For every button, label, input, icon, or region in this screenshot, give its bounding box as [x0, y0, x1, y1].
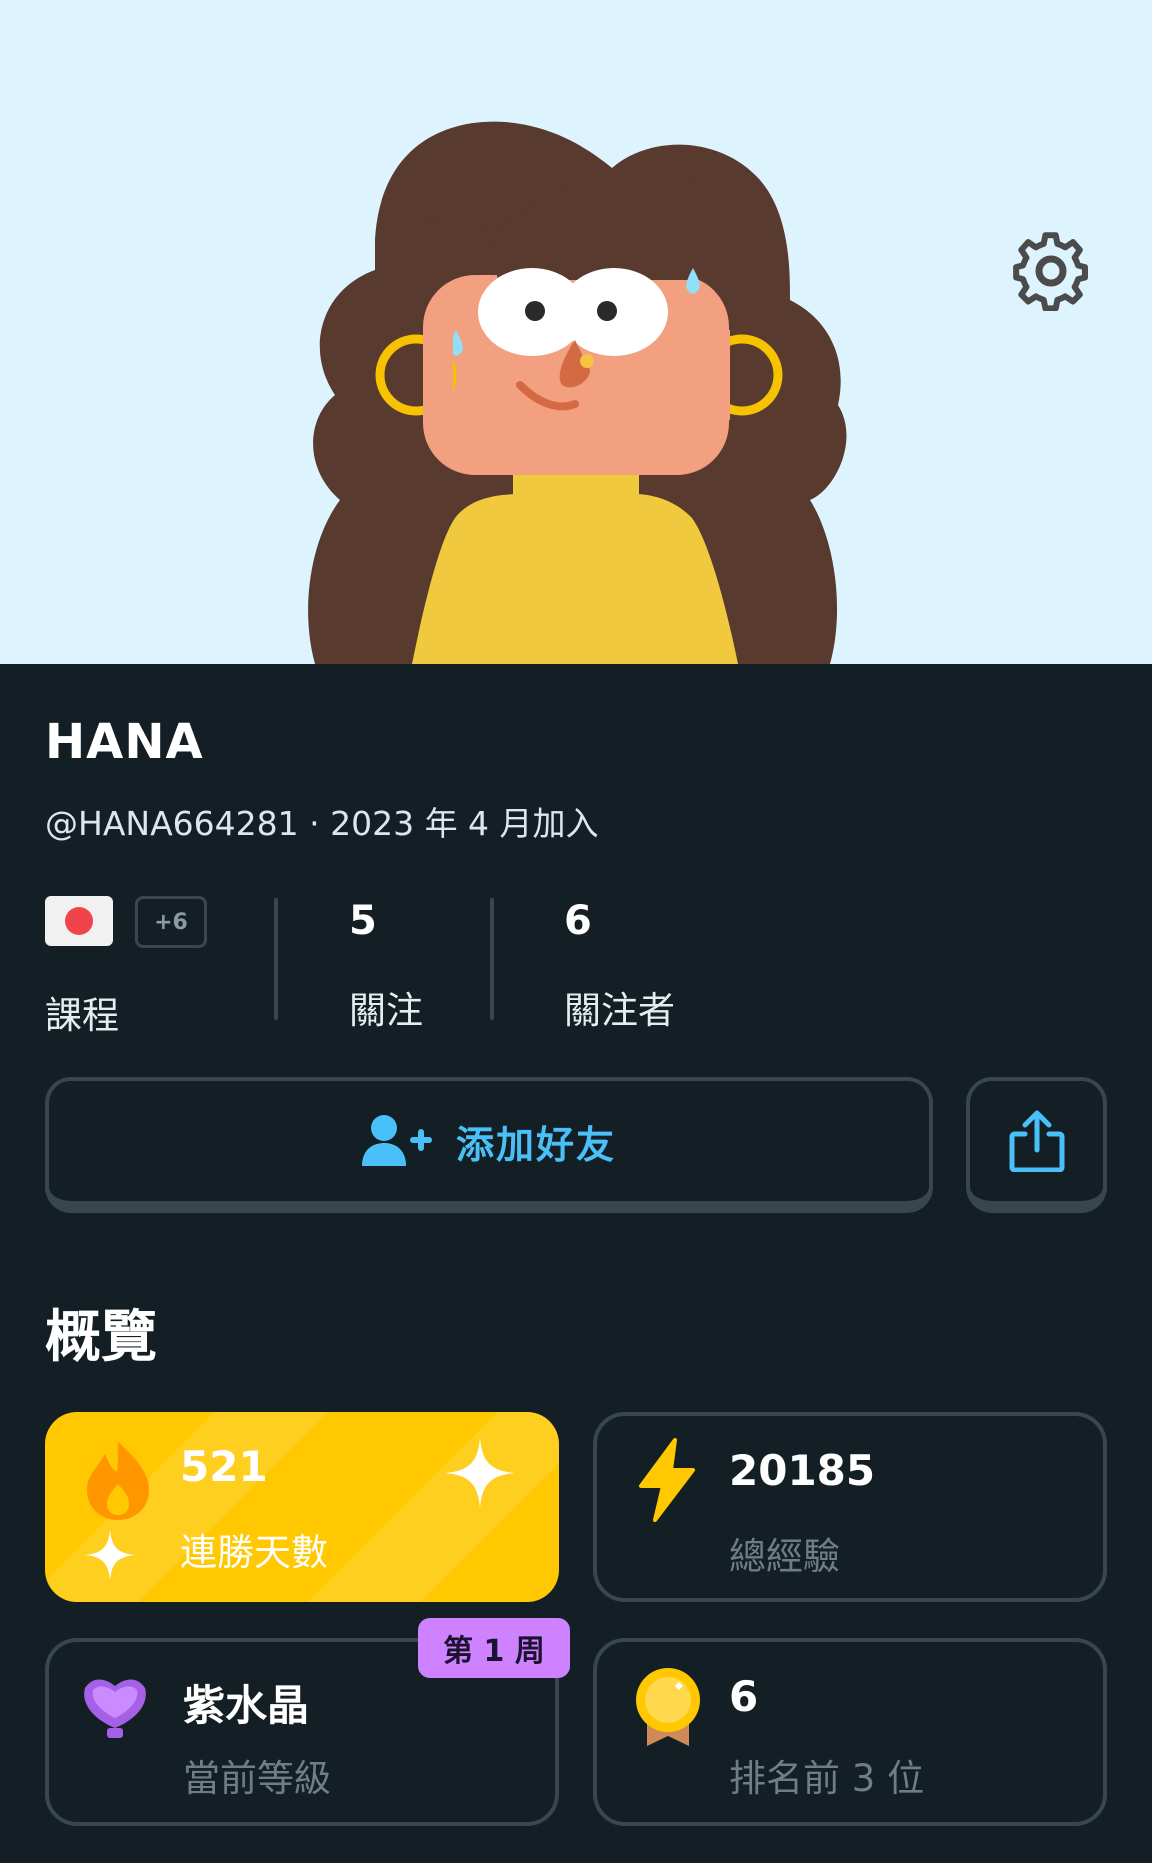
top3-card[interactable]: 6 排名前 3 位: [593, 1638, 1107, 1826]
total-xp-label: 總經驗: [729, 1535, 840, 1578]
avatar-sweater: [412, 494, 738, 664]
settings-button[interactable]: [1010, 230, 1092, 312]
league-label: 當前等級: [183, 1757, 331, 1800]
stats-divider: [490, 898, 494, 1020]
streak-label: 連勝天數: [180, 1531, 328, 1574]
league-week-badge: 第 1 周: [418, 1618, 570, 1678]
gear-icon: [1013, 232, 1088, 311]
stats-divider: [274, 898, 278, 1020]
profile-name: HANA: [45, 714, 204, 770]
avatar-illustration: [308, 121, 847, 664]
add-friend-button[interactable]: 添加好友: [45, 1077, 933, 1213]
followers-label[interactable]: 關注者: [564, 980, 675, 1034]
overview-title: 概覽: [45, 1305, 157, 1370]
total-xp-value: 20185: [729, 1446, 876, 1495]
more-courses-badge[interactable]: +6: [135, 896, 207, 948]
fire-icon: [87, 1442, 149, 1520]
total-xp-card[interactable]: 20185 總經驗: [593, 1412, 1107, 1602]
sparkle-icon: [84, 1529, 136, 1581]
streak-value: 521: [180, 1442, 268, 1491]
amethyst-league-icon: [84, 1679, 146, 1738]
share-icon: [1009, 1110, 1064, 1172]
followers-count[interactable]: 6: [564, 898, 592, 944]
streak-card[interactable]: 521 連勝天數: [45, 1412, 559, 1602]
add-friend-label: 添加好友: [455, 1122, 616, 1167]
add-user-icon: [361, 1115, 432, 1166]
profile-header: [0, 0, 1152, 664]
league-name: 紫水晶: [183, 1681, 310, 1730]
share-button[interactable]: [966, 1077, 1107, 1213]
medal-icon: [636, 1668, 700, 1746]
lightning-icon: [639, 1438, 695, 1522]
top3-count: 6: [729, 1672, 759, 1721]
sparkle-icon: [445, 1438, 515, 1508]
japanese-flag-icon[interactable]: [45, 896, 113, 946]
courses-label: 課程: [45, 994, 119, 1037]
following-label[interactable]: 關注: [349, 980, 423, 1034]
following-count[interactable]: 5: [349, 898, 377, 944]
profile-handle-joined: @HANA664281 · 2023 年 4 月加入: [45, 804, 599, 843]
top3-label: 排名前 3 位: [729, 1757, 925, 1800]
